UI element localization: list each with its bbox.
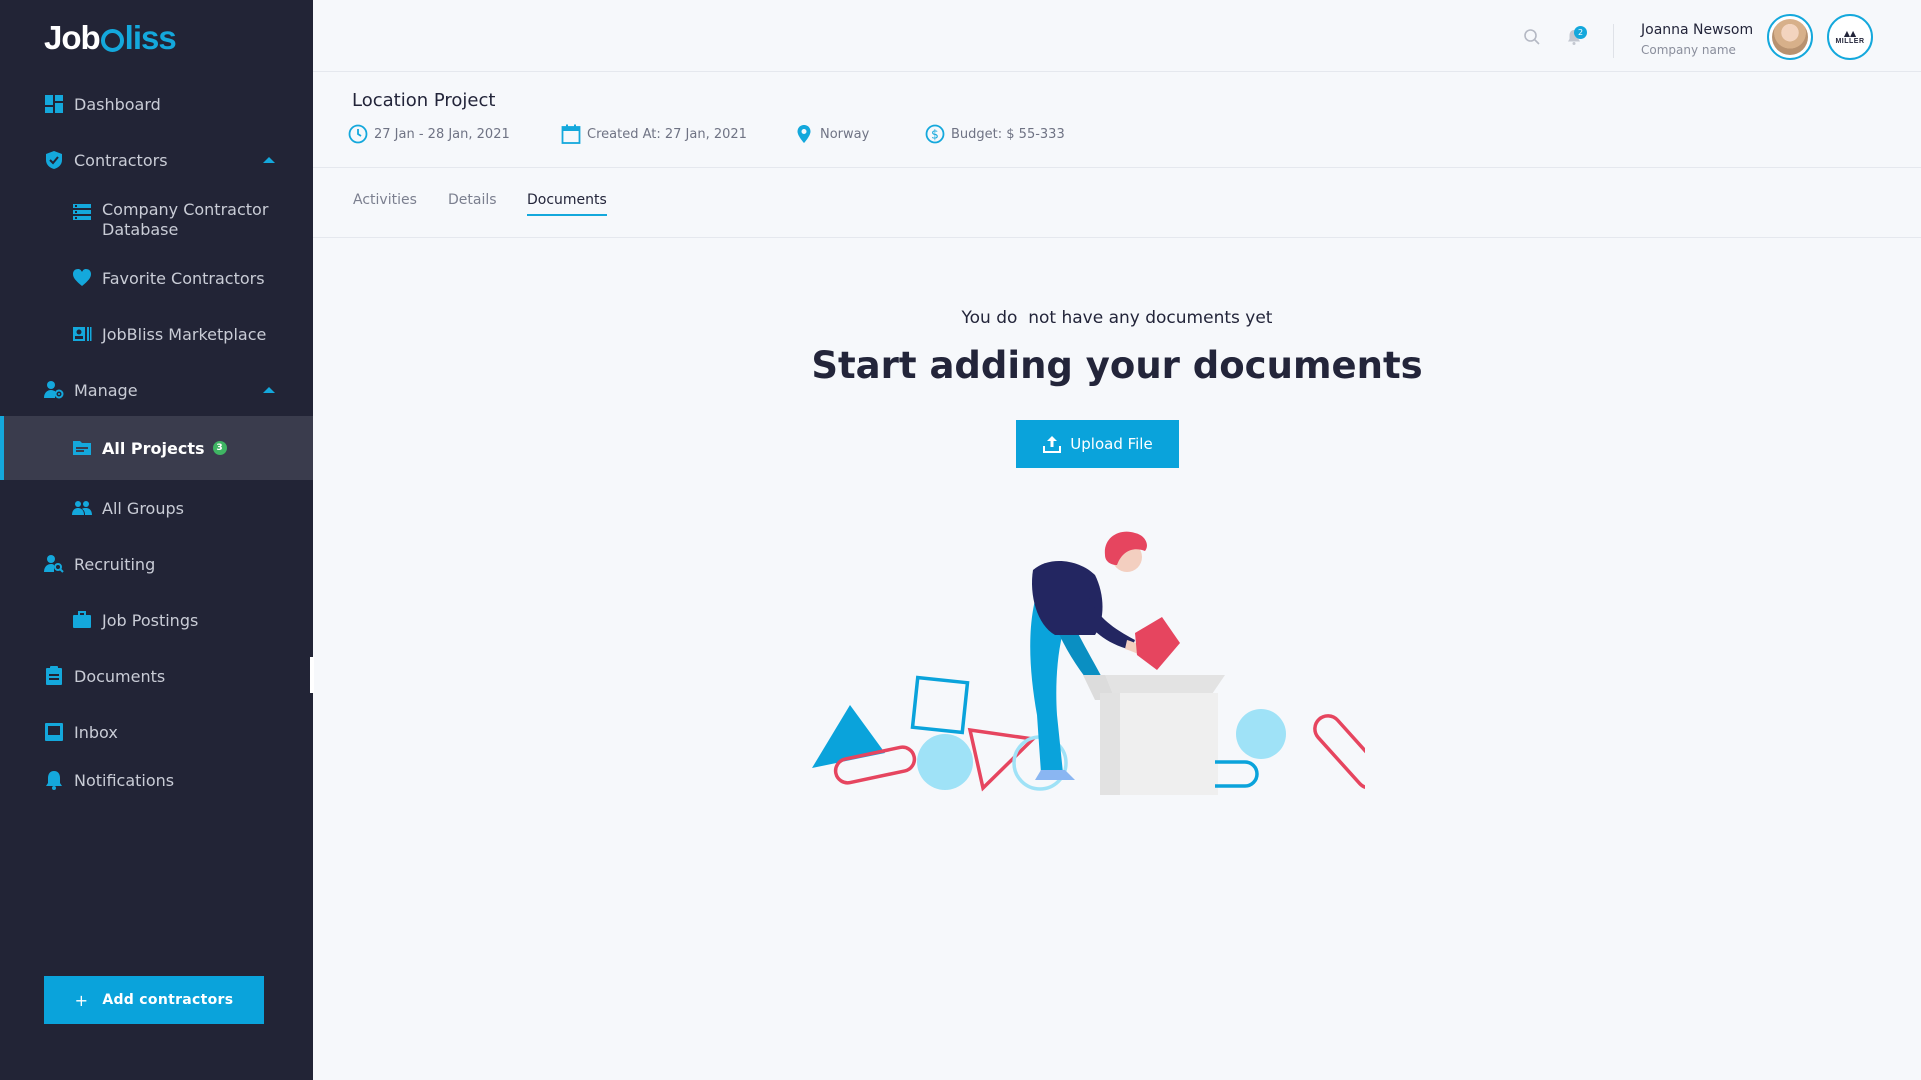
project-location: Norway xyxy=(794,124,869,144)
tab-activities[interactable]: Activities xyxy=(353,192,417,214)
chevron-up-icon[interactable] xyxy=(263,157,275,163)
user-avatar[interactable] xyxy=(1767,14,1813,60)
calendar-icon xyxy=(561,124,581,144)
add-contractors-label: Add contractors xyxy=(102,992,234,1008)
avatar-photo xyxy=(1772,19,1808,55)
sidebar-item-label: Documents xyxy=(74,666,166,686)
project-header: Location Project 27 Jan - 28 Jan, 2021 C… xyxy=(313,72,1921,168)
sidebar-item-documents[interactable]: Documents xyxy=(0,656,313,696)
jobbliss-logo[interactable]: Job liss xyxy=(44,18,177,58)
upload-file-label: Upload File xyxy=(1070,435,1153,453)
sidebar-item-label: Recruiting xyxy=(74,554,156,574)
person-shoe xyxy=(1035,770,1075,780)
user-name[interactable]: Joanna Newsom xyxy=(1641,22,1753,38)
heart-icon xyxy=(72,268,92,288)
sidebar-item-jobbliss-marketplace[interactable]: JobBliss Marketplace xyxy=(0,314,313,354)
sidebar-item-inbox[interactable]: Inbox xyxy=(0,712,313,752)
sidebar-item-favorite-contractors[interactable]: Favorite Contractors xyxy=(0,258,313,298)
project-title: Location Project xyxy=(352,90,496,111)
sidebar-edge-tab xyxy=(310,657,314,693)
sidebar-item-notifications[interactable]: Notifications xyxy=(0,760,313,800)
plus-icon: + xyxy=(74,990,89,1010)
shield-icon xyxy=(44,150,64,170)
logo-text-job: Job xyxy=(44,19,101,56)
light-blue-circle-shape xyxy=(917,734,973,790)
mountain-icon: ▲▲ xyxy=(1843,28,1857,38)
tab-documents[interactable]: Documents xyxy=(527,192,607,216)
company-name: Company name xyxy=(1641,43,1736,57)
add-contractors-button[interactable]: + Add contractors xyxy=(44,976,264,1024)
empty-state-title: Start adding your documents xyxy=(811,344,1423,387)
logo-text-bliss: liss xyxy=(124,19,177,56)
sidebar-item-recruiting[interactable]: Recruiting xyxy=(0,544,313,584)
user-gear-icon xyxy=(44,380,64,400)
sidebar-item-label: Job Postings xyxy=(102,610,199,630)
project-tabs: Activities Details Documents xyxy=(313,168,1921,238)
upload-file-button[interactable]: Upload File xyxy=(1016,420,1179,468)
top-header: 2 Joanna Newsom Company name ▲▲ MILLER xyxy=(313,0,1921,72)
pink-pill-shape xyxy=(1313,714,1365,790)
inbox-icon xyxy=(44,722,64,742)
light-blue-circle-right-shape xyxy=(1236,709,1286,759)
company-logo[interactable]: ▲▲ MILLER xyxy=(1827,14,1873,60)
clipboard-icon xyxy=(44,666,64,686)
sidebar-item-job-postings[interactable]: Job Postings xyxy=(0,600,313,640)
empty-documents-illustration xyxy=(812,531,1365,795)
project-location-text: Norway xyxy=(820,126,870,142)
blue-capsule-shape xyxy=(1215,760,1259,788)
project-dates: 27 Jan - 28 Jan, 2021 xyxy=(348,124,510,144)
sidebar-item-label: All Groups xyxy=(102,498,184,518)
project-count-badge: 3 xyxy=(212,441,227,455)
sidebar-item-label: Notifications xyxy=(74,770,175,790)
briefcase-icon xyxy=(72,610,92,630)
sidebar-item-dashboard[interactable]: Dashboard xyxy=(0,84,313,124)
empty-state-subtitle: You do not have any documents yet xyxy=(961,308,1273,328)
sidebar-item-label: Favorite Contractors xyxy=(102,268,265,288)
id-card-icon xyxy=(72,324,92,344)
logo-b-ring-icon xyxy=(100,28,124,52)
tab-details[interactable]: Details xyxy=(448,192,497,214)
project-created: Created At: 27 Jan, 2021 xyxy=(561,124,747,144)
dollar-icon: $ xyxy=(925,124,945,144)
folder-icon xyxy=(72,438,92,458)
project-budget: $ Budget: $ 55-333 xyxy=(925,124,1065,144)
bell-icon xyxy=(44,770,64,790)
company-logo-text: MILLER xyxy=(1835,37,1865,45)
sidebar-item-contractors[interactable]: Contractors xyxy=(0,140,313,180)
pink-triangle-outline-shape xyxy=(967,727,1037,792)
sidebar-item-label: Company Contractor Database xyxy=(102,200,269,239)
sidebar-item-label: Manage xyxy=(74,380,138,400)
notification-count-badge: 2 xyxy=(1574,26,1587,39)
sidebar-item-manage[interactable]: Manage xyxy=(0,370,313,410)
sidebar-item-all-projects[interactable]: All Projects 3 xyxy=(0,416,313,480)
upload-icon xyxy=(1043,436,1062,453)
sidebar-item-company-contractor-database[interactable]: Company Contractor Database xyxy=(0,200,313,242)
blue-square-outline-shape xyxy=(910,675,970,735)
sidebar-item-label: Inbox xyxy=(74,722,118,742)
project-dates-text: 27 Jan - 28 Jan, 2021 xyxy=(374,126,510,142)
project-budget-text: Budget: $ 55-333 xyxy=(951,126,1065,142)
project-created-text: Created At: 27 Jan, 2021 xyxy=(587,126,747,142)
sidebar-item-label: JobBliss Marketplace xyxy=(102,324,267,344)
sidebar-item-all-groups[interactable]: All Groups xyxy=(0,488,313,528)
chevron-up-icon[interactable] xyxy=(263,387,275,393)
sidebar: Job liss Dashboard Contractors Company C… xyxy=(0,0,313,1080)
sidebar-item-label: Dashboard xyxy=(74,94,161,114)
user-search-icon xyxy=(44,554,64,574)
dashboard-icon xyxy=(44,94,64,114)
svg-text:$: $ xyxy=(931,128,939,142)
database-icon xyxy=(72,202,92,222)
sidebar-item-label: Contractors xyxy=(74,150,168,170)
location-pin-icon xyxy=(794,124,814,144)
sidebar-item-label: All Projects xyxy=(102,438,205,458)
group-icon xyxy=(72,498,92,518)
search-icon[interactable] xyxy=(1523,28,1541,46)
header-divider xyxy=(1613,24,1614,58)
clock-icon xyxy=(348,124,368,144)
red-document-shape xyxy=(1135,617,1180,670)
